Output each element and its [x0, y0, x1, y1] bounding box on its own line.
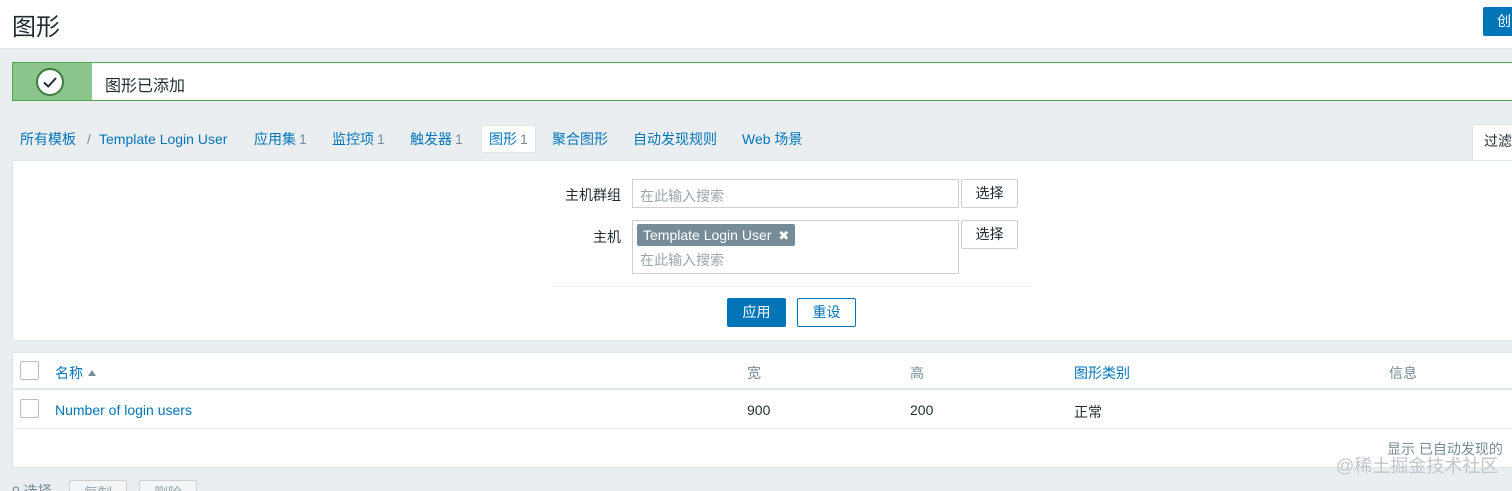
- host-group-select-button[interactable]: 选择: [961, 179, 1018, 208]
- tab-discovery-rules[interactable]: 自动发现规则: [633, 125, 717, 153]
- graphs-table: 名称 宽 高 图形类别 信息 Number of login users 900…: [12, 352, 1512, 468]
- apply-button[interactable]: 应用: [727, 298, 786, 327]
- tab-count: 1: [377, 131, 385, 147]
- page-title: 图形: [12, 14, 60, 41]
- filter-panel: 主机群组 在此输入搜索 选择 主机 Template Login User ✖ 在…: [12, 160, 1512, 341]
- row-checkbox[interactable]: [20, 399, 39, 418]
- tab-label: 图形: [489, 131, 517, 147]
- host-select-button[interactable]: 选择: [961, 220, 1018, 249]
- filter-divider: [553, 286, 1033, 287]
- breadcrumb-template[interactable]: Template Login User: [99, 125, 227, 153]
- tab-screens[interactable]: 聚合图形: [552, 125, 608, 153]
- table-header: 名称 宽 高 图形类别 信息: [13, 353, 1512, 390]
- tab-label: 触发器: [410, 131, 452, 147]
- tab-count: 1: [520, 131, 528, 147]
- tab-label: 应用集: [254, 131, 296, 147]
- table-row: Number of login users 900 200 正常: [13, 392, 1512, 429]
- selected-count: 0 选择: [12, 483, 52, 491]
- delete-button[interactable]: 删除: [139, 480, 197, 491]
- create-graph-button[interactable]: 创: [1483, 7, 1512, 36]
- column-name-label: 名称: [55, 365, 83, 381]
- graph-name-link[interactable]: Number of login users: [55, 402, 192, 418]
- success-message: 图形已添加: [12, 62, 1512, 101]
- column-info: 信息: [1389, 365, 1417, 381]
- breadcrumb-all-templates[interactable]: 所有模板: [20, 125, 76, 153]
- breadcrumb: 所有模板 / Template Login User 应用集 1 监控项 1 触发器…: [12, 125, 1472, 155]
- tab-applications[interactable]: 应用集 1: [254, 125, 307, 153]
- tab-web-scenarios[interactable]: Web 场景: [742, 125, 802, 153]
- host-group-input[interactable]: 在此输入搜索: [632, 179, 959, 208]
- tab-graphs[interactable]: 图形 1: [481, 125, 536, 153]
- tab-triggers[interactable]: 触发器 1: [410, 125, 463, 153]
- watermark: @稀土掘金技术社区: [1336, 456, 1499, 476]
- host-input[interactable]: Template Login User ✖ 在此输入搜索: [632, 220, 959, 274]
- filter-tab[interactable]: 过滤: [1472, 124, 1512, 161]
- host-tag: Template Login User ✖: [637, 224, 796, 246]
- tab-label: 监控项: [332, 131, 374, 147]
- reset-button[interactable]: 重设: [797, 298, 856, 327]
- host-placeholder: 在此输入搜索: [640, 252, 724, 268]
- check-circle-icon: [36, 68, 64, 96]
- success-message-text: 图形已添加: [105, 78, 186, 95]
- graph-width: 900: [747, 402, 771, 418]
- column-graph-type[interactable]: 图形类别: [1074, 363, 1130, 383]
- copy-button[interactable]: 复制: [69, 480, 127, 491]
- table-footer: 0 选择 复制 删除: [0, 478, 1512, 491]
- host-label: 主机: [593, 229, 621, 245]
- tab-items[interactable]: 监控项 1: [332, 125, 385, 153]
- sort-asc-icon: [88, 370, 96, 376]
- host-group-label: 主机群组: [565, 187, 621, 203]
- tab-count: 1: [299, 131, 307, 147]
- column-height: 高: [910, 365, 924, 381]
- host-tag-label: Template Login User: [643, 227, 772, 243]
- remove-tag-icon[interactable]: ✖: [778, 228, 789, 243]
- page-header: 图形 创: [0, 0, 1512, 49]
- breadcrumb-separator: /: [87, 131, 91, 147]
- success-icon-box: [13, 63, 92, 100]
- column-name[interactable]: 名称: [55, 363, 96, 383]
- column-width: 宽: [747, 365, 761, 381]
- host-group-placeholder: 在此输入搜索: [640, 188, 724, 204]
- graph-type: 正常: [1074, 404, 1102, 420]
- select-all-checkbox[interactable]: [20, 361, 39, 380]
- graph-height: 200: [910, 402, 934, 418]
- tab-count: 1: [455, 131, 463, 147]
